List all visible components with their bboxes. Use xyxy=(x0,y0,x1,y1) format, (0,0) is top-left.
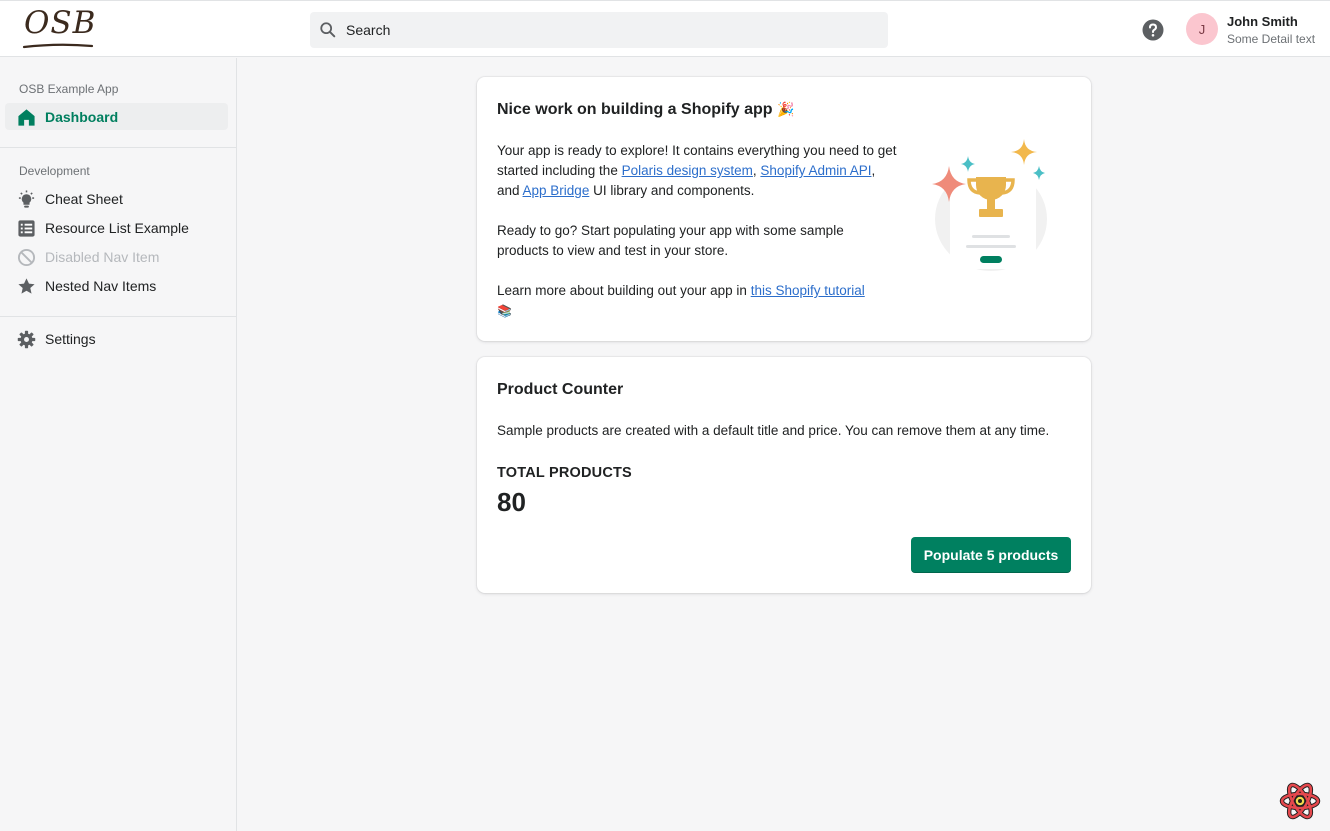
paragraph-text: UI library and components. xyxy=(589,183,755,198)
divider xyxy=(0,316,236,317)
nav-item-cheat-sheet[interactable]: Cheat Sheet xyxy=(5,185,228,212)
trophy-illustration xyxy=(932,139,1047,271)
nav-label-resource-list: Resource List Example xyxy=(45,220,189,236)
nav-item-resource-list[interactable]: Resource List Example xyxy=(5,214,228,241)
paragraph-text: Learn more about building out your app i… xyxy=(497,283,751,298)
welcome-title-text: Nice work on building a Shopify app xyxy=(497,101,773,118)
section-title-development: Development xyxy=(19,164,90,178)
welcome-title: Nice work on building a Shopify app 🎉 xyxy=(497,101,794,119)
search-input[interactable]: Search xyxy=(346,22,390,38)
user-detail: Some Detail text xyxy=(1227,32,1316,46)
product-counter-description: Sample products are created with a defau… xyxy=(497,423,1050,438)
nav-label-settings: Settings xyxy=(45,331,96,347)
nav-item-settings[interactable]: Settings xyxy=(5,325,228,352)
star-icon xyxy=(18,278,35,294)
populate-products-button[interactable]: Populate 5 products xyxy=(911,537,1071,573)
react-devtools-icon[interactable] xyxy=(1279,780,1321,822)
help-icon[interactable] xyxy=(1142,19,1164,41)
welcome-paragraph-1: Your app is ready to explore! It contain… xyxy=(497,141,897,201)
party-emoji: 🎉 xyxy=(777,101,795,117)
avatar: J xyxy=(1186,13,1218,45)
welcome-paragraph-2: Ready to go? Start populating your app w… xyxy=(497,223,844,258)
search-bar[interactable]: Search xyxy=(310,12,888,48)
tutorial-link[interactable]: this Shopify tutorial xyxy=(751,283,865,298)
nav-label-dashboard: Dashboard xyxy=(45,109,119,125)
admin-api-link[interactable]: Shopify Admin API xyxy=(760,163,871,178)
nav-item-disabled: Disabled Nav Item xyxy=(5,243,228,270)
product-counter-title: Product Counter xyxy=(497,381,624,398)
logo-text: OSB xyxy=(24,5,97,41)
welcome-paragraph-3: Learn more about building out your app i… xyxy=(497,281,897,321)
nav-item-dashboard[interactable]: Dashboard xyxy=(5,103,228,130)
divider xyxy=(0,147,236,148)
books-emoji: 📚 xyxy=(497,304,512,318)
lightbulb-icon xyxy=(18,190,35,208)
user-name: John Smith xyxy=(1227,14,1298,29)
total-products-label: TOTAL PRODUCTS xyxy=(497,465,632,481)
product-counter-card: Product Counter Sample products are crea… xyxy=(477,357,1091,593)
search-icon xyxy=(320,22,336,38)
nav-label-disabled: Disabled Nav Item xyxy=(45,249,160,265)
polaris-link[interactable]: Polaris design system xyxy=(622,163,753,178)
disabled-icon xyxy=(17,248,36,267)
nav-label-cheat-sheet: Cheat Sheet xyxy=(45,191,123,207)
app-bridge-link[interactable]: App Bridge xyxy=(523,183,590,198)
welcome-card: Nice work on building a Shopify app 🎉 Yo… xyxy=(477,77,1091,341)
sidebar: OSB Example App Dashboard Development Ch… xyxy=(0,58,237,831)
list-icon xyxy=(18,220,35,237)
app-logo[interactable]: OSB xyxy=(22,5,97,51)
nav-label-nested: Nested Nav Items xyxy=(45,278,157,294)
section-title-app: OSB Example App xyxy=(19,82,119,96)
nav-item-nested[interactable]: Nested Nav Items xyxy=(5,272,228,299)
gear-icon xyxy=(17,330,36,349)
top-bar: OSB Search J John Smith Some Detail text xyxy=(0,0,1330,57)
total-products-value: 80 xyxy=(497,487,526,517)
home-icon xyxy=(18,109,35,126)
